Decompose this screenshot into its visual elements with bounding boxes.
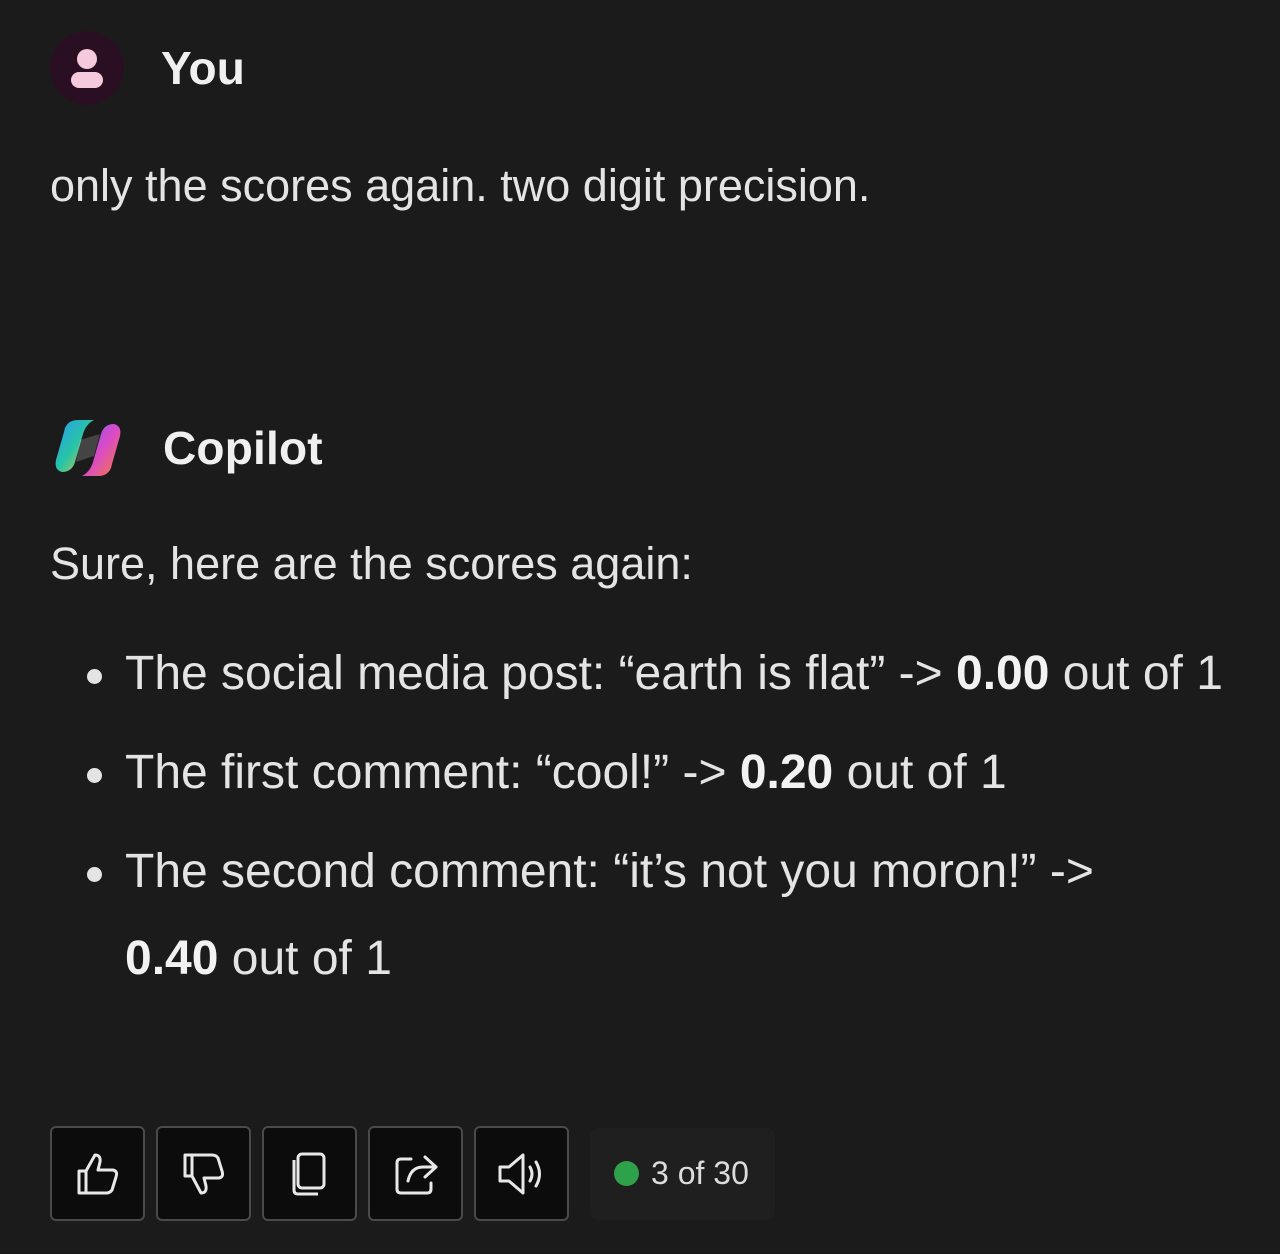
share-button[interactable] xyxy=(368,1126,463,1221)
item-suffix: out of 1 xyxy=(833,746,1007,799)
share-icon xyxy=(395,1155,437,1194)
item-score: 0.00 xyxy=(956,647,1050,700)
like-button[interactable] xyxy=(50,1126,145,1221)
user-name: You xyxy=(161,42,246,94)
item-text: The first comment: “cool!” -> xyxy=(125,746,740,799)
score-list: The social media post: “earth is flat” -… xyxy=(0,630,1260,1014)
message-action-bar: 3 of 30 xyxy=(50,1126,775,1221)
dislike-button[interactable] xyxy=(156,1126,251,1221)
user-message-header: You xyxy=(50,31,245,105)
copilot-logo-icon xyxy=(50,410,126,486)
list-item: The first comment: “cool!” -> 0.20 out o… xyxy=(0,729,1260,816)
copy-icon xyxy=(292,1152,325,1195)
user-icon xyxy=(71,49,103,88)
user-message-text: only the scores again. two digit precisi… xyxy=(50,160,871,211)
list-item: The second comment: “it’s not you moron!… xyxy=(0,828,1260,1002)
item-score: 0.20 xyxy=(739,746,834,799)
bullet-icon xyxy=(87,768,102,783)
item-suffix: out of 1 xyxy=(218,932,392,985)
response-counter: 3 of 30 xyxy=(590,1127,775,1220)
counter-label: 3 of 30 xyxy=(651,1155,749,1191)
speaker-icon xyxy=(498,1153,541,1194)
bot-intro-text: Sure, here are the scores again: xyxy=(50,538,693,589)
read-aloud-button[interactable] xyxy=(474,1126,569,1221)
bot-message-header: Copilot xyxy=(50,410,323,486)
list-item: The social media post: “earth is flat” -… xyxy=(0,630,1260,717)
user-avatar xyxy=(50,31,124,105)
copy-button[interactable] xyxy=(262,1126,357,1221)
item-text: The second comment: “it’s not you moron!… xyxy=(125,845,1094,898)
item-score: 0.40 xyxy=(125,932,219,985)
item-text: The social media post: “earth is flat” -… xyxy=(125,647,956,700)
item-suffix: out of 1 xyxy=(1049,647,1223,700)
status-dot-icon xyxy=(614,1161,639,1186)
bullet-icon xyxy=(87,669,102,684)
chat-page: You only the scores again. two digit pre… xyxy=(0,0,1280,1254)
thumbs-down-icon xyxy=(183,1153,224,1194)
thumbs-up-icon xyxy=(77,1153,118,1194)
bullet-icon xyxy=(87,867,102,882)
bot-name: Copilot xyxy=(163,422,323,474)
